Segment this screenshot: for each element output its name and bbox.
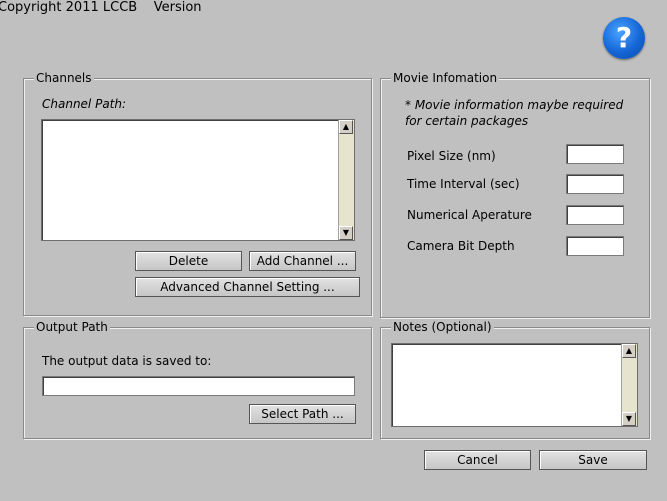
scroll-up-arrow-icon[interactable]: ▲ <box>339 120 353 134</box>
add-channel-button[interactable]: Add Channel ... <box>249 251 356 271</box>
delete-channel-button[interactable]: Delete <box>135 251 242 271</box>
notes-scrollbar[interactable]: ▲ ▼ <box>621 344 637 426</box>
camera-bit-depth-field[interactable] <box>566 236 624 256</box>
output-path-field[interactable] <box>42 376 355 396</box>
advanced-channel-setting-button[interactable]: Advanced Channel Setting ... <box>135 277 360 297</box>
scroll-down-arrow-icon[interactable]: ▼ <box>339 226 353 240</box>
numerical-aperature-field[interactable] <box>566 205 624 225</box>
movie-info-note-line1: * Movie information maybe required <box>405 98 624 112</box>
pixel-size-field[interactable] <box>566 144 624 164</box>
channel-path-list[interactable]: ▲ ▼ <box>41 119 355 241</box>
movie-information-panel: Movie Infomation * Movie information may… <box>380 70 650 318</box>
movie-info-note-line2: for certain packages <box>405 114 529 128</box>
notes-legend: Notes (Optional) <box>391 319 494 335</box>
cancel-button[interactable]: Cancel <box>424 450 531 470</box>
channels-legend: Channels <box>34 70 94 86</box>
help-button[interactable]: ? <box>603 17 645 59</box>
pixel-size-label: Pixel Size (nm) <box>407 149 496 163</box>
output-saved-label: The output data is saved to: <box>42 354 212 368</box>
question-mark-icon: ? <box>615 21 633 54</box>
time-interval-label: Time Interval (sec) <box>407 177 520 191</box>
camera-bit-depth-label: Camera Bit Depth <box>407 239 515 253</box>
notes-textarea[interactable]: ▲ ▼ <box>391 343 638 427</box>
channels-panel: Channels Channel Path: ▲ ▼ Delete Add Ch… <box>23 70 372 316</box>
select-path-button[interactable]: Select Path ... <box>249 404 356 424</box>
movie-info-legend: Movie Infomation <box>391 70 500 86</box>
channel-list-scrollbar[interactable]: ▲ ▼ <box>338 120 354 240</box>
time-interval-field[interactable] <box>566 174 624 194</box>
scroll-up-arrow-icon[interactable]: ▲ <box>622 344 636 358</box>
numerical-aperature-label: Numerical Aperature <box>407 208 532 222</box>
copyright-label: Copyright 2011 LCCB Version <box>0 0 202 15</box>
channel-path-label: Channel Path: <box>42 97 127 111</box>
save-button[interactable]: Save <box>539 450 647 470</box>
notes-panel: Notes (Optional) ▲ ▼ <box>380 319 650 439</box>
output-path-panel: Output Path The output data is saved to:… <box>23 319 372 439</box>
scroll-down-arrow-icon[interactable]: ▼ <box>622 412 636 426</box>
output-path-legend: Output Path <box>34 319 110 335</box>
